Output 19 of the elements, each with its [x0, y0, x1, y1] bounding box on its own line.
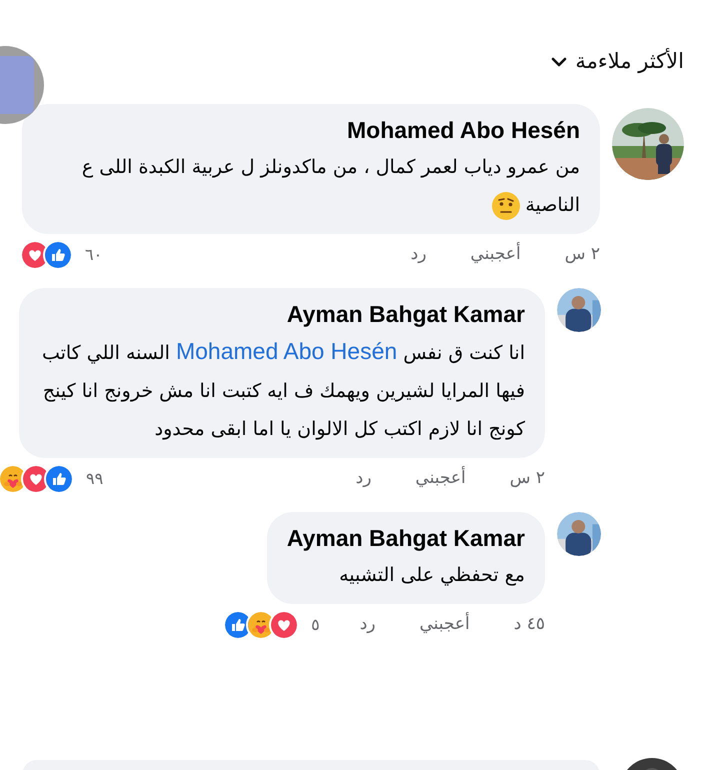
- reaction-count[interactable]: ٩٩: [86, 467, 104, 491]
- mention-link[interactable]: Mohamed Abo Hesén: [176, 338, 398, 364]
- author-name[interactable]: Mohamed Abo Hesén: [42, 114, 580, 146]
- reply-link[interactable]: رد: [356, 466, 372, 492]
- comment-text: مع تحفظي على التشبيه: [338, 563, 525, 588]
- like-link[interactable]: أعجبني: [419, 612, 470, 638]
- author-name[interactable]: Ayman Bahgat Kamar: [39, 298, 525, 330]
- like-link[interactable]: أعجبني: [470, 242, 521, 268]
- sort-dropdown[interactable]: الأكثر ملاءمة: [551, 46, 684, 78]
- reaction-count[interactable]: ٥: [311, 613, 320, 637]
- comment-text: من عمرو دياب لعمر كمال ، من ماكدونلز ل عربية الكبدة اللى ع الناصية: [42, 148, 580, 224]
- reaction-count[interactable]: ٦٠: [85, 243, 102, 267]
- comment-time: ٢ س: [510, 467, 545, 490]
- like-link[interactable]: أعجبني: [415, 466, 466, 492]
- author-name[interactable]: Ayman Bahgat Kamar: [286, 522, 525, 554]
- comment-time: ٢ س: [564, 243, 600, 266]
- reply-link[interactable]: رد: [410, 242, 426, 268]
- reply-link[interactable]: رد: [360, 612, 376, 638]
- comment-time: ٤٥ د: [514, 613, 545, 636]
